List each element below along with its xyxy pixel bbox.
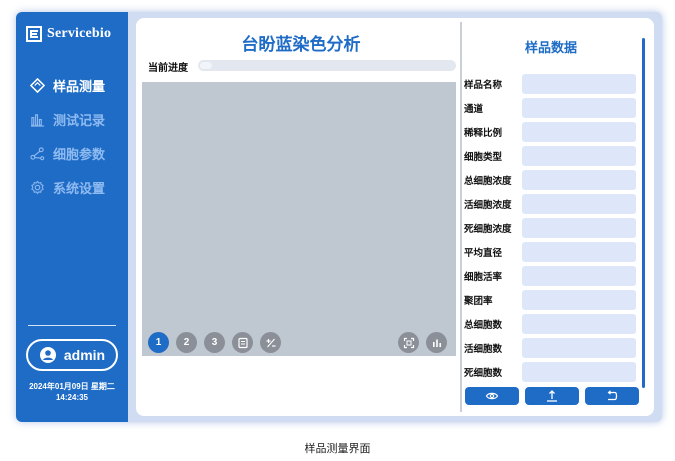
field-row: 细胞类型 [464,146,638,166]
date-text: 2024年01月09日 星期二 [29,382,115,391]
image-1-button[interactable]: 1 [148,332,169,353]
sidebar-item-label: 系统设置 [53,180,106,196]
panel-title: 样品数据 [524,40,577,55]
sidebar-item-label: 测试记录 [53,112,106,128]
datetime: 2024年01月09日 星期二 14:24:35 [16,381,128,403]
bar-chart-icon [30,113,45,127]
page-title: 台盼蓝染色分析 [241,35,361,54]
field-row: 平均直径 [464,242,638,262]
field-label: 细胞类型 [464,152,503,163]
scan-icon [403,337,414,348]
gear-icon [31,180,44,194]
plus-minus-icon [266,338,275,347]
field-row: 通道 [464,98,638,118]
field-row: 稀释比例 [464,122,638,142]
sidebar: Servicebio 样品测量 测试记录 细胞参数 系统设置 admin 202… [16,12,128,422]
field-input[interactable] [522,98,636,118]
field-input[interactable] [522,218,636,238]
field-row: 死细胞数 [464,362,638,382]
sidebar-nav: 样品测量 测试记录 细胞参数 系统设置 [30,68,126,204]
share-nodes-icon [30,146,45,160]
field-label: 稀释比例 [464,128,503,139]
field-input[interactable] [522,362,636,382]
field-label: 总细胞数 [464,320,503,331]
document-button[interactable] [232,332,253,353]
field-input[interactable] [522,170,636,190]
sidebar-item-label: 细胞参数 [53,146,106,162]
field-row: 聚团率 [464,290,638,310]
upload-icon [547,390,557,402]
field-row: 活细胞数 [464,338,638,358]
field-label: 通道 [464,104,484,115]
chart-button[interactable] [426,332,447,353]
user-icon [39,347,56,363]
field-label: 死细胞浓度 [464,224,512,235]
field-row: 总细胞浓度 [464,170,638,190]
sidebar-divider [28,325,116,326]
time-text: 14:24:35 [55,393,89,402]
app-frame: Servicebio 样品测量 测试记录 细胞参数 系统设置 admin 202… [16,12,662,422]
field-row: 样品名称 [464,74,638,94]
field-input[interactable] [522,146,636,166]
field-row: 细胞活率 [464,266,638,286]
field-row: 死细胞浓度 [464,218,638,238]
field-input[interactable] [522,242,636,262]
back-button[interactable] [585,387,639,405]
field-input[interactable] [522,266,636,286]
plus-minus-button[interactable] [260,332,281,353]
scan-button[interactable] [398,332,419,353]
sidebar-item-label: 样品测量 [53,78,106,94]
field-input[interactable] [522,290,636,310]
field-input[interactable] [522,74,636,94]
field-label: 平均直径 [464,248,503,259]
logo: Servicebio [26,26,111,42]
field-input[interactable] [522,194,636,214]
field-label: 死细胞数 [464,368,503,379]
sidebar-item-system-settings[interactable]: 系统设置 [30,170,126,204]
sidebar-item-cell-params[interactable]: 细胞参数 [30,136,126,170]
user-button[interactable]: admin [26,339,118,371]
field-label: 样品名称 [464,80,503,91]
progress-label: 当前进度 [148,63,188,74]
field-input[interactable] [522,314,636,334]
logo-icon [26,26,42,42]
field-label: 活细胞浓度 [464,200,512,211]
view-button[interactable] [465,387,519,405]
field-row: 总细胞数 [464,314,638,334]
image-preview[interactable] [142,82,456,356]
progress-bar[interactable] [198,60,456,71]
upload-button[interactable] [525,387,579,405]
sidebar-item-test-records[interactable]: 测试记录 [30,102,126,136]
field-input[interactable] [522,122,636,142]
field-label: 细胞活率 [464,272,503,283]
field-label: 活细胞数 [464,344,503,355]
diamond-icon [30,77,45,93]
sidebar-item-sample-measure[interactable]: 样品测量 [30,68,126,102]
document-icon [237,337,248,348]
logo-text: Servicebio [47,26,112,41]
progress-thumb [200,62,212,69]
figure-caption: 样品测量界面 [304,443,371,455]
back-icon [607,390,618,401]
field-label: 聚团率 [464,296,493,307]
main-content: 台盼蓝染色分析 当前进度 1 2 3 样品数据 样品名称通道稀释比例细胞类型总细… [136,18,654,416]
image-3-button[interactable]: 3 [204,332,225,353]
bar-chart-icon [432,339,441,347]
panel-divider [460,22,462,412]
image-2-button[interactable]: 2 [176,332,197,353]
eye-icon [485,392,499,400]
field-label: 总细胞浓度 [464,176,512,187]
field-row: 活细胞浓度 [464,194,638,214]
user-name: admin [63,347,106,363]
scrollbar[interactable] [642,38,645,388]
field-input[interactable] [522,338,636,358]
